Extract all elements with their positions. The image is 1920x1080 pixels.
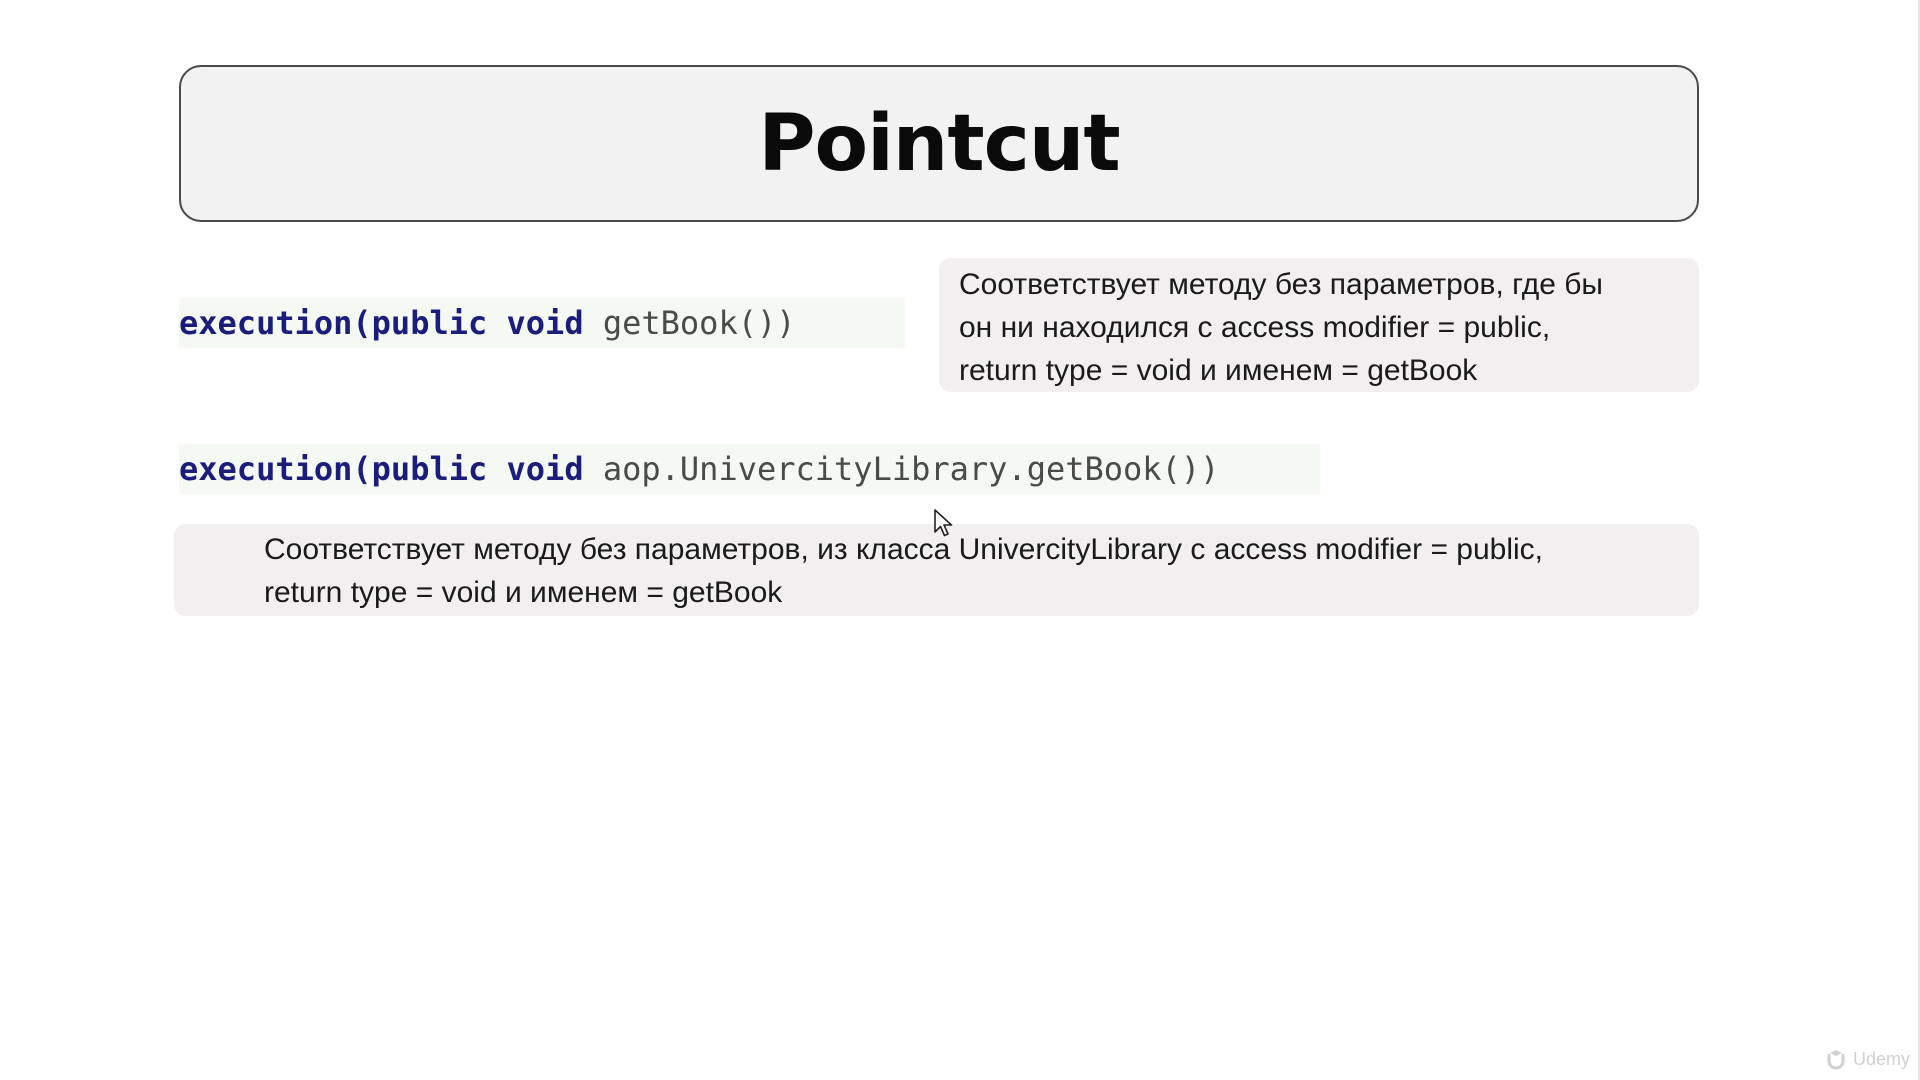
code-method: getBook()) [583, 304, 796, 342]
description-line: Соответствует методу без параметров, где… [959, 268, 1603, 301]
description-line: он ни находился с access modifier = publ… [959, 311, 1551, 344]
mouse-pointer-icon [934, 509, 953, 537]
code-keyword: execution(public void [179, 450, 584, 488]
watermark: Udemy [1825, 1048, 1910, 1070]
watermark-text: Udemy [1852, 1048, 1910, 1069]
description-line: Соответствует методу без параметров, из … [264, 533, 1544, 566]
udemy-logo-icon [1827, 1050, 1845, 1070]
title-box: Pointcut [179, 65, 1699, 222]
slide-title: Pointcut [758, 98, 1120, 189]
code-example-2: execution(public void aop.UnivercityLibr… [179, 444, 1320, 494]
description-line: return type = void и именем = getBook [264, 576, 783, 609]
description-1: Соответствует методу без параметров, где… [939, 258, 1699, 392]
description-line: return type = void и именем = getBook [959, 354, 1478, 387]
code-keyword: execution(public void [179, 304, 584, 342]
code-example-1: execution(public void getBook()) [179, 298, 905, 348]
code-method: aop.UnivercityLibrary.getBook()) [583, 450, 1220, 488]
